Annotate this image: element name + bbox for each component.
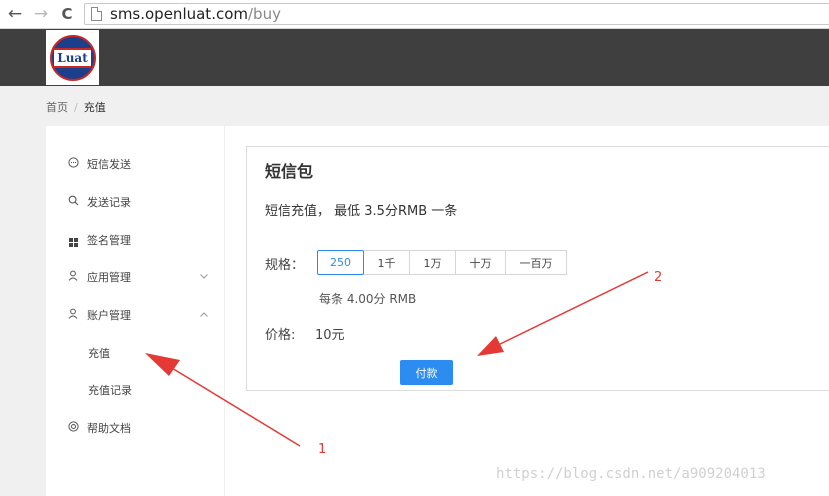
breadcrumb-bar: 首页 / 充值 — [0, 86, 829, 126]
price-value: 10元 — [315, 328, 345, 343]
sidebar-item-signature[interactable]: 签名管理 — [46, 225, 224, 255]
sidebar-item-label: 账户管理 — [87, 309, 131, 322]
spec-option-1m[interactable]: 一百万 — [505, 250, 567, 275]
chevron-down-icon[interactable] — [200, 272, 208, 282]
search-icon — [67, 195, 79, 209]
luat-logo[interactable]: Luat — [46, 30, 99, 85]
sidebar-item-label: 短信发送 — [87, 158, 131, 171]
breadcrumb-current: 充值 — [83, 101, 106, 114]
sidebar: 短信发送 发送记录 签名管理 应用管理 账户管理 充值 充值记录 帮助文档 — [46, 126, 224, 496]
spec-option-100k[interactable]: 十万 — [455, 250, 506, 275]
annotation-number-2: 2 — [654, 270, 663, 285]
sidebar-item-label: 应用管理 — [87, 271, 131, 284]
reload-icon[interactable]: C — [56, 3, 78, 25]
sidebar-item-sms-send[interactable]: 短信发送 — [46, 149, 224, 179]
breadcrumb: 首页 / 充值 — [46, 99, 106, 115]
annotation-number-1: 1 — [318, 442, 327, 457]
pay-button[interactable]: 付款 — [400, 360, 453, 385]
sidebar-item-help-docs[interactable]: 帮助文档 — [46, 413, 224, 443]
sidebar-item-send-records[interactable]: 发送记录 — [46, 187, 224, 217]
sidebar-item-account-management[interactable]: 账户管理 — [46, 300, 224, 330]
spec-option-250[interactable]: 250 — [317, 250, 364, 275]
url-host: sms.openluat.com — [110, 5, 248, 23]
unit-price: 每条 4.00分 RMB — [319, 292, 417, 306]
watermark: https://blog.csdn.net/a909204013 — [496, 466, 766, 482]
sidebar-item-label: 帮助文档 — [87, 422, 131, 435]
back-arrow-icon[interactable]: ← — [4, 3, 26, 25]
chevron-up-icon[interactable] — [200, 310, 208, 320]
browser-toolbar: ← → C sms.openluat.com/buy — [0, 0, 829, 29]
sidebar-subitem-recharge[interactable]: 充值 — [88, 340, 110, 366]
address-bar[interactable]: sms.openluat.com/buy — [84, 3, 829, 25]
spec-option-group: 250 1千 1万 十万 一百万 — [317, 250, 567, 275]
breadcrumb-separator: / — [74, 101, 78, 114]
sidebar-item-label: 签名管理 — [87, 234, 131, 247]
logo-text: Luat — [54, 47, 91, 68]
spec-option-1k[interactable]: 1千 — [363, 250, 410, 275]
site-header: Luat — [0, 29, 829, 86]
forward-arrow-icon[interactable]: → — [30, 3, 52, 25]
spec-option-10k[interactable]: 1万 — [409, 250, 456, 275]
sidebar-subitem-recharge-records[interactable]: 充值记录 — [88, 377, 132, 403]
help-circle-icon — [67, 421, 79, 435]
sidebar-item-label: 发送记录 — [87, 196, 131, 209]
panel-description: 短信充值， 最低 3.5分RMB 一条 — [265, 204, 458, 219]
chat-bubble-icon — [67, 157, 79, 171]
spec-label: 规格： — [265, 258, 305, 273]
sidebar-item-app-management[interactable]: 应用管理 — [46, 262, 224, 292]
user-icon — [67, 270, 79, 284]
price-label: 价格: — [265, 328, 296, 343]
breadcrumb-home[interactable]: 首页 — [46, 101, 68, 114]
user-icon — [67, 308, 79, 322]
page-icon — [91, 7, 102, 21]
url-path: /buy — [248, 5, 281, 23]
grid-icon — [67, 234, 79, 247]
logo-emblem: Luat — [49, 34, 96, 81]
panel-title: 短信包 — [265, 162, 314, 181]
